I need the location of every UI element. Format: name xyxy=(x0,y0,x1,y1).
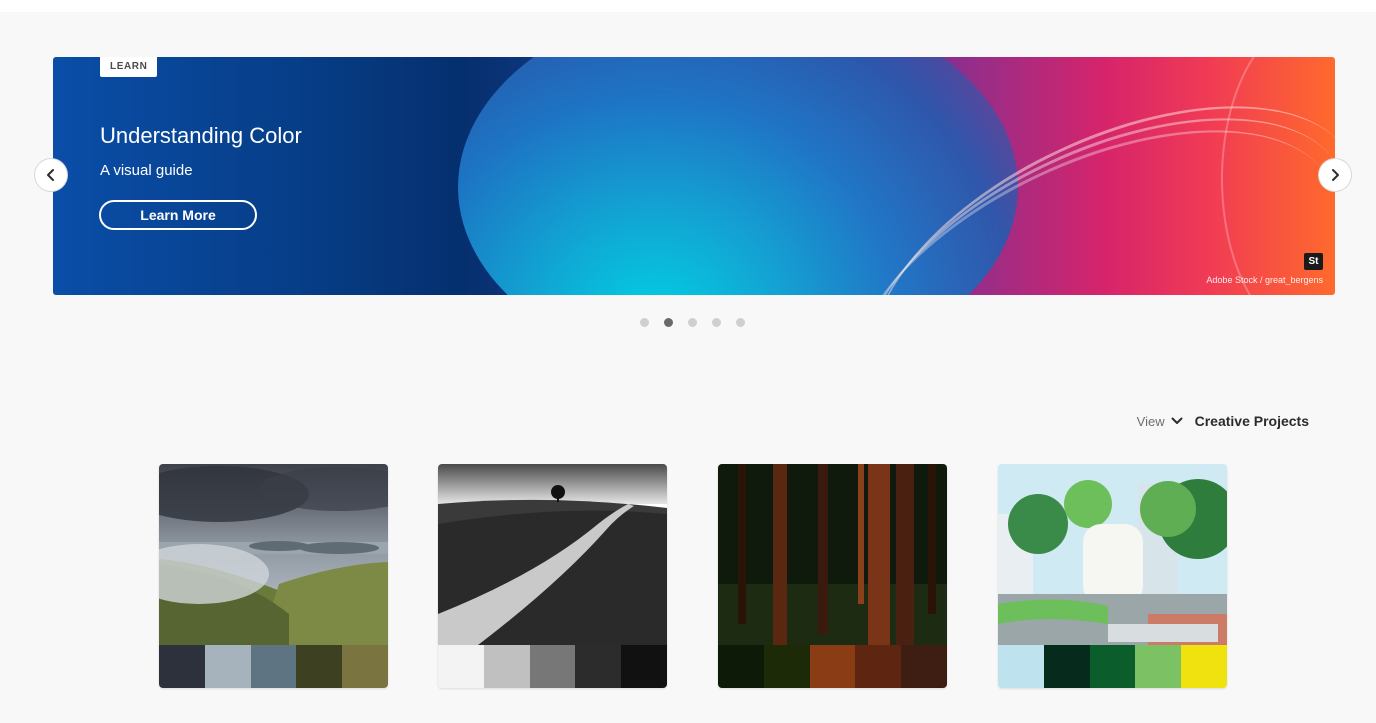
color-theme-card[interactable] xyxy=(718,464,947,688)
color-swatch xyxy=(1089,645,1136,688)
color-swatch xyxy=(809,645,856,688)
top-bar xyxy=(0,0,1376,12)
carousel-dot[interactable] xyxy=(736,318,745,327)
carousel-dot[interactable] xyxy=(688,318,697,327)
chevron-right-icon xyxy=(1332,169,1339,181)
color-swatch xyxy=(296,645,343,688)
theme-image xyxy=(438,464,667,645)
color-swatch xyxy=(575,645,622,688)
hero-subtitle: A visual guide xyxy=(100,162,193,179)
carousel-dots xyxy=(640,318,745,327)
view-value[interactable]: Creative Projects xyxy=(1195,413,1309,429)
carousel-dot[interactable] xyxy=(712,318,721,327)
image-credit: Adobe Stock / great_bergens xyxy=(1206,275,1323,285)
theme-swatches xyxy=(159,645,388,688)
color-swatch xyxy=(718,645,764,688)
color-swatch xyxy=(855,645,902,688)
color-swatch xyxy=(438,645,484,688)
adobe-stock-badge: St xyxy=(1304,253,1323,270)
chevron-left-icon xyxy=(47,169,54,181)
theme-image xyxy=(159,464,388,645)
color-swatch xyxy=(529,645,576,688)
theme-image xyxy=(718,464,947,645)
color-theme-card[interactable] xyxy=(438,464,667,688)
color-swatch xyxy=(483,645,530,688)
carousel-dot[interactable] xyxy=(664,318,673,327)
chevron-down-icon[interactable] xyxy=(1171,416,1183,426)
color-swatch xyxy=(1135,645,1182,688)
theme-swatches xyxy=(438,645,667,688)
carousel-dot[interactable] xyxy=(640,318,649,327)
carousel-next-button[interactable] xyxy=(1319,159,1351,191)
color-swatch xyxy=(1043,645,1090,688)
theme-swatches xyxy=(998,645,1227,688)
color-swatch xyxy=(763,645,810,688)
color-theme-card[interactable] xyxy=(998,464,1227,688)
theme-image xyxy=(998,464,1227,645)
view-label: View xyxy=(1136,413,1165,429)
color-swatch xyxy=(1181,645,1227,688)
hero-title: Understanding Color xyxy=(100,123,302,148)
carousel-prev-button[interactable] xyxy=(35,159,67,191)
hero-banner[interactable]: LEARN Understanding Color A visual guide… xyxy=(53,57,1335,295)
color-swatch xyxy=(621,645,667,688)
color-swatch xyxy=(998,645,1044,688)
learn-more-button[interactable]: Learn More xyxy=(99,200,257,230)
color-swatch xyxy=(901,645,947,688)
color-swatch xyxy=(342,645,388,688)
theme-swatches xyxy=(718,645,947,688)
color-swatch xyxy=(250,645,297,688)
color-swatch xyxy=(159,645,205,688)
view-selector[interactable]: View Creative Projects xyxy=(1137,413,1309,429)
color-theme-card[interactable] xyxy=(159,464,388,688)
learn-tag: LEARN xyxy=(100,57,158,77)
color-swatch xyxy=(204,645,251,688)
